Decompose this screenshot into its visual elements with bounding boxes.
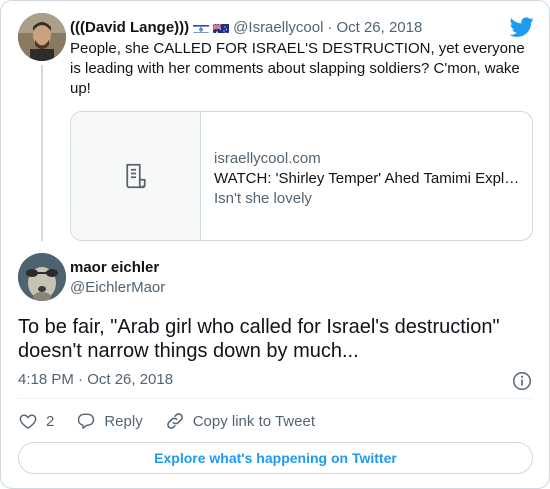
main-tweet-text: To be fair, "Arab girl who called for Is… <box>18 316 500 362</box>
info-icon[interactable] <box>511 370 533 392</box>
twitter-bird-icon[interactable] <box>510 15 534 39</box>
quoted-author-name[interactable]: (((David Lange))) <box>70 19 189 36</box>
tweet-actions: 2 Reply Copy link to Tweet <box>18 410 337 432</box>
link-preview-body: israellycool.com WATCH: 'Shirley Temper'… <box>201 112 531 240</box>
quoted-author-handle[interactable]: @Israellycool <box>233 19 323 36</box>
link-preview-card[interactable]: israellycool.com WATCH: 'Shirley Temper'… <box>70 111 533 241</box>
link-domain: israellycool.com <box>214 150 321 167</box>
link-description: Isn't she lovely <box>214 190 312 207</box>
israel-flag-icon <box>193 22 210 33</box>
actions-divider <box>18 398 533 399</box>
heart-icon <box>19 414 37 429</box>
reply-icon <box>78 413 95 429</box>
like-button[interactable]: 2 <box>18 411 54 431</box>
quoted-tweet-text: People, she CALLED FOR ISRAEL'S DESTRUCT… <box>70 40 525 97</box>
australia-flag-icon <box>213 22 230 33</box>
avatar-david-lange[interactable] <box>18 13 66 61</box>
like-count: 2 <box>46 412 55 430</box>
main-author-handle[interactable]: @EichlerMaor <box>70 279 165 296</box>
quoted-tweet-header: (((David Lange))) @Israellycool · Oct 26… <box>70 17 422 37</box>
tweet-timestamp[interactable]: 4:18 PM · Oct 26, 2018 <box>18 371 173 388</box>
header-separator: · <box>327 18 333 36</box>
link-title: WATCH: 'Shirley Temper' Ahed Tamimi Expl… <box>214 170 520 187</box>
reply-button[interactable]: Reply <box>76 411 143 431</box>
copy-link-label: Copy link to Tweet <box>192 412 315 430</box>
avatar-maor-eichler[interactable] <box>18 253 66 301</box>
copy-link-button[interactable]: Copy link to Tweet <box>165 411 315 431</box>
tweet-embed-card: (((David Lange))) @Israellycool · Oct 26… <box>0 0 550 489</box>
link-thumbnail <box>71 112 201 240</box>
thread-connector-line <box>41 65 43 241</box>
quoted-tweet-date[interactable]: Oct 26, 2018 <box>336 19 422 36</box>
link-icon <box>166 413 183 429</box>
document-icon <box>125 163 146 189</box>
reply-label: Reply <box>104 412 143 430</box>
explore-twitter-button[interactable]: Explore what's happening on Twitter <box>18 442 533 474</box>
main-author-name[interactable]: maor eichler <box>70 259 159 276</box>
